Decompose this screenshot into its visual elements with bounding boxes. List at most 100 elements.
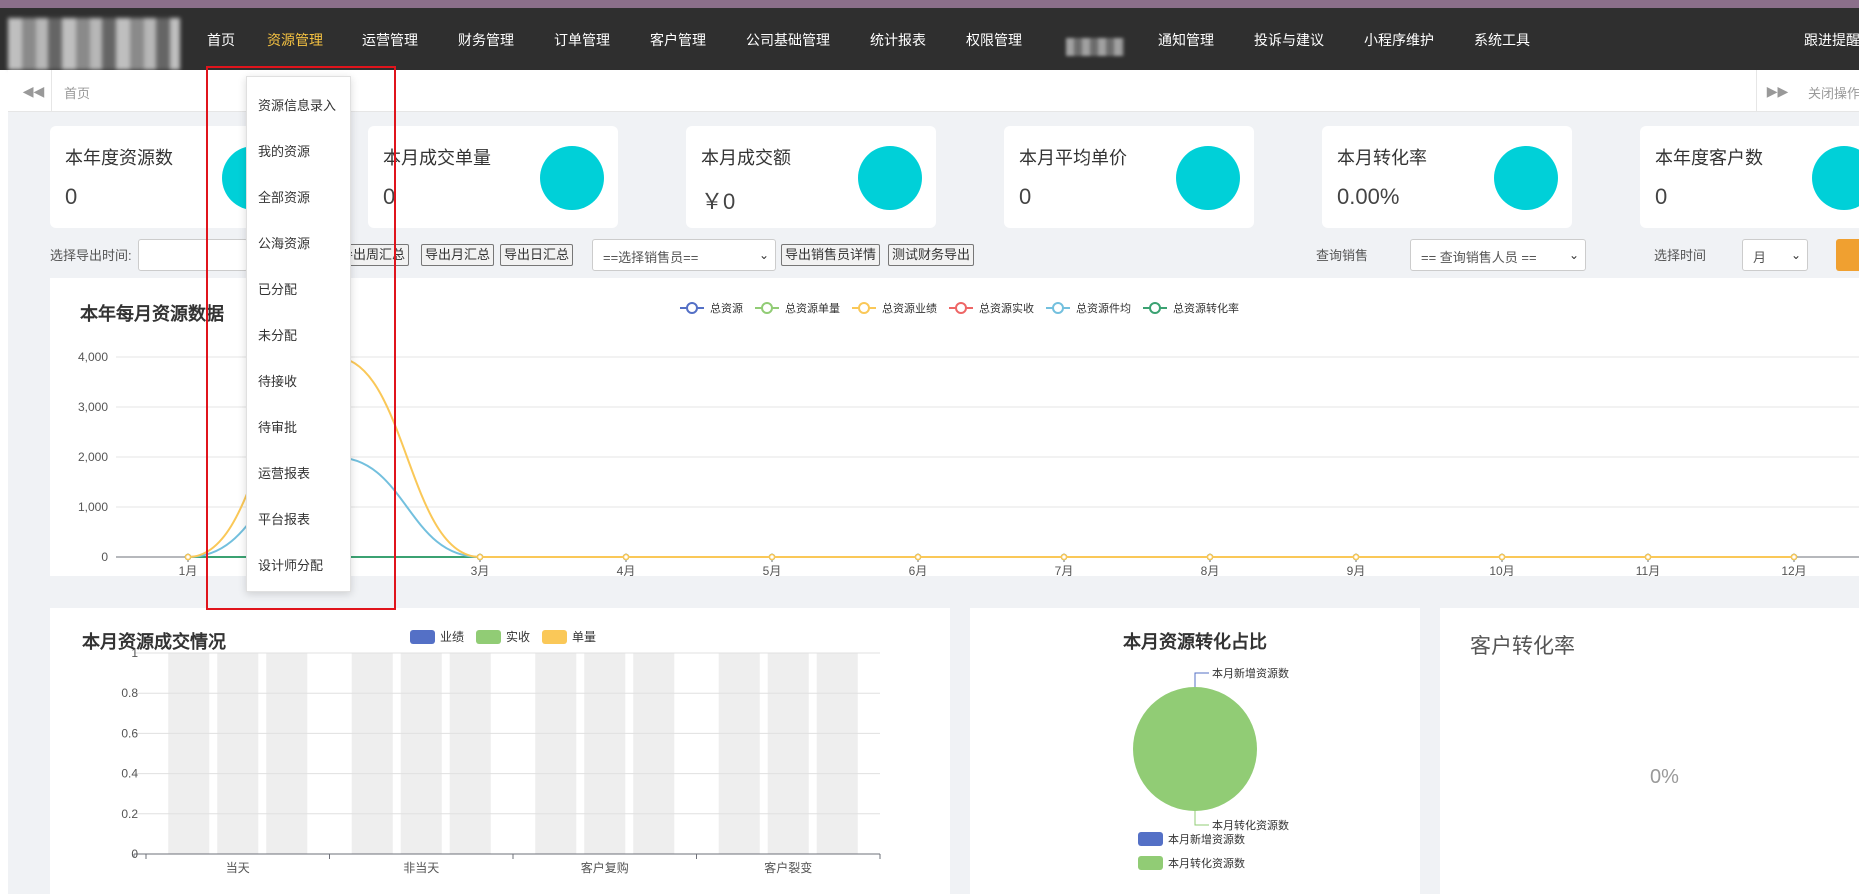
data-point (914, 553, 922, 561)
nav-item[interactable]: 客户管理 (650, 30, 706, 50)
x-tick-label: 12月 (1781, 564, 1806, 576)
stat-circle-icon (1176, 146, 1240, 210)
legend-item: 总资源单量 (755, 301, 840, 315)
nav-item[interactable]: 资源管理 (267, 30, 323, 50)
query-sales-select[interactable]: == 查询销售人员 == ⌄ (1410, 239, 1586, 271)
x-tick-label: 客户裂变 (764, 860, 812, 875)
time-select-value: 月 (1753, 250, 1767, 265)
nav-item[interactable]: 统计报表 (870, 30, 926, 50)
bar-background (168, 653, 210, 854)
dropdown-item[interactable]: 资源信息录入 (258, 95, 336, 114)
x-tick-label: 客户复购 (581, 860, 629, 875)
x-tick-label: 7月 (1055, 564, 1074, 576)
legend-swatch (1138, 832, 1163, 846)
data-point (768, 553, 776, 561)
legend-label: 总资源 (710, 301, 743, 315)
stat-label: 本月转化率 (1337, 148, 1427, 168)
nav-item[interactable]: 投诉与建议 (1254, 30, 1324, 50)
bar-background (633, 653, 675, 854)
nav-item[interactable]: 公司基础管理 (746, 30, 830, 50)
y-tick-label: 4,000 (78, 350, 108, 364)
tab-scroll-left-button[interactable]: ◀◀ (16, 70, 52, 112)
dropdown-item[interactable]: 全部资源 (258, 187, 310, 206)
stat-label: 本年度资源数 (65, 148, 173, 168)
pie-label-line (1194, 811, 1209, 826)
export-month-button[interactable]: 导出月汇总 (421, 244, 495, 266)
export-sales-detail-button[interactable]: 导出销售员详情 (781, 244, 881, 266)
nav-item[interactable]: 系统工具 (1474, 30, 1530, 50)
legend-label: 本月转化资源数 (1168, 856, 1245, 870)
nav-item[interactable]: 财务管理 (458, 30, 514, 50)
x-tick-label: 非当天 (403, 861, 439, 875)
y-tick-label: 0.4 (121, 767, 138, 781)
legend-item: 总资源件均 (1046, 301, 1131, 315)
x-tick-label: 1月 (179, 564, 198, 576)
export-day-button[interactable]: 导出日汇总 (500, 244, 574, 266)
data-point (622, 553, 630, 561)
blurred-nav-item[interactable] (1066, 38, 1124, 56)
bar-background (449, 653, 491, 854)
legend-item: 本月转化资源数 (1138, 856, 1245, 870)
stat-card: 本月转化率 0.00% (1322, 126, 1572, 228)
y-tick-label: 0 (101, 550, 108, 564)
bar-background (816, 653, 858, 854)
x-tick-label: 10月 (1489, 564, 1514, 576)
conversion-ratio-panel: 本月资源转化占比 本月新增资源数 本月转化资源数 本月新增资源数 本月转化资源数 (970, 608, 1420, 894)
test-finance-export-button[interactable]: 测试财务导出 (888, 244, 975, 266)
bar-background (400, 653, 442, 854)
query-button[interactable] (1836, 239, 1859, 271)
stat-value: 0 (65, 184, 78, 209)
export-time-label: 选择导出时间: (50, 248, 132, 263)
chevron-down-icon: ⌄ (1790, 248, 1801, 262)
dropdown-item[interactable]: 公海资源 (258, 233, 310, 252)
sales-select[interactable]: ==选择销售员== ⌄ (592, 239, 776, 271)
export-time-input[interactable] (138, 239, 248, 271)
dropdown-item[interactable]: 未分配 (258, 325, 297, 344)
bar-background (351, 653, 393, 854)
time-select[interactable]: 月 ⌄ (1742, 239, 1808, 271)
nav-item[interactable]: 权限管理 (966, 30, 1022, 50)
legend-swatch (410, 630, 435, 644)
dropdown-item[interactable]: 设计师分配 (258, 555, 323, 574)
y-tick-label: 0.2 (121, 807, 138, 821)
legend-marker (955, 302, 967, 314)
y-tick-label: 3,000 (78, 400, 108, 414)
nav-item[interactable]: 运营管理 (362, 30, 418, 50)
data-point (1206, 553, 1214, 561)
legend-item: 本月新增资源数 (1138, 832, 1245, 846)
query-sales-select-value: == 查询销售人员 == (1421, 250, 1537, 265)
legend-item: 总资源转化率 (1143, 301, 1239, 315)
legend-swatch (1138, 856, 1163, 870)
y-tick-label: 0 (131, 847, 138, 861)
dropdown-item[interactable]: 我的资源 (258, 141, 310, 160)
legend-label: 本月新增资源数 (1168, 832, 1245, 846)
legend-marker (761, 302, 773, 314)
legend-item: 总资源实收 (949, 301, 1034, 315)
nav-item[interactable]: 跟进提醒 (1804, 30, 1859, 50)
close-operations-menu[interactable]: 关闭操作 (1808, 83, 1859, 102)
nav-item[interactable]: 首页 (207, 30, 235, 50)
x-tick-label: 11月 (1636, 564, 1660, 576)
dropdown-item[interactable]: 已分配 (258, 279, 297, 298)
query-sales-label: 查询销售 (1316, 248, 1369, 263)
stat-card: 本年度客户数 0 (1640, 126, 1859, 228)
legend-item: 业绩 (410, 630, 464, 644)
tab-scroll-right-button[interactable]: ▶▶ (1756, 70, 1798, 112)
dropdown-item[interactable]: 平台报表 (258, 509, 310, 528)
stat-card: 本月平均单价 0 (1004, 126, 1254, 228)
legend-item: 总资源业绩 (852, 301, 937, 315)
pie-label: 本月转化资源数 (1212, 818, 1289, 832)
stat-circle-icon (1812, 146, 1859, 210)
dropdown-item[interactable]: 待审批 (258, 417, 297, 436)
bar-background (767, 653, 809, 854)
bar-background (266, 653, 308, 854)
stat-circle-icon (858, 146, 922, 210)
dropdown-item[interactable]: 待接收 (258, 371, 297, 390)
nav-item[interactable]: 小程序维护 (1364, 30, 1434, 50)
nav-item[interactable]: 通知管理 (1158, 30, 1214, 50)
dropdown-item[interactable]: 运营报表 (258, 463, 310, 482)
nav-item[interactable]: 订单管理 (554, 30, 610, 50)
stat-label: 本月成交额 (701, 148, 791, 168)
tab-home[interactable]: 首页 (64, 83, 90, 102)
customer-conversion-panel: 客户转化率 0% (1440, 608, 1859, 894)
